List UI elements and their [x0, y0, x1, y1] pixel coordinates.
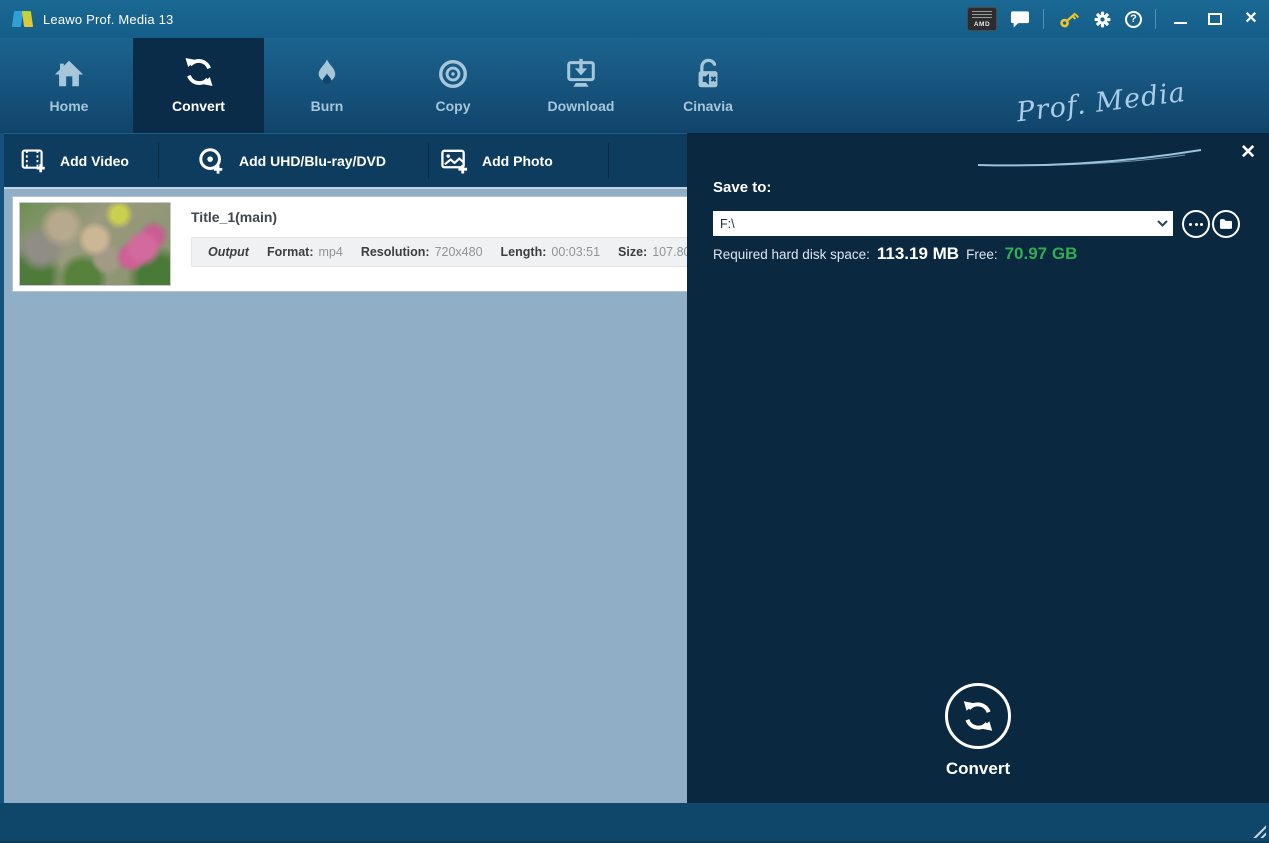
brand-swoosh [975, 148, 1205, 168]
chevron-down-icon[interactable] [1151, 220, 1173, 227]
main-nav: Home Convert Burn Copy [0, 38, 1269, 133]
help-icon[interactable]: ? [1125, 11, 1142, 28]
output-label: Output [208, 245, 249, 259]
app-window: { "window": { "title": "Leawo Prof. Medi… [0, 0, 1269, 843]
required-space-value: 113.19 MB [877, 244, 959, 264]
tab-burn-label: Burn [311, 98, 344, 114]
add-disc-button[interactable]: Add UHD/Blu-ray/DVD [198, 134, 386, 187]
window-title: Leawo Prof. Media 13 [43, 12, 173, 27]
close-button[interactable]: ✕ [1239, 0, 1263, 38]
amd-badge-text: AMD [974, 21, 990, 28]
convert-button[interactable]: Convert [687, 683, 1269, 779]
panel-close-icon[interactable]: ✕ [1240, 143, 1256, 162]
tab-copy[interactable]: Copy [401, 38, 505, 133]
titlebar-separator [1043, 9, 1044, 29]
amd-badge-lines [972, 11, 992, 20]
add-disc-icon [198, 147, 226, 175]
add-video-button[interactable]: Add Video [20, 134, 129, 187]
tab-convert-label: Convert [172, 98, 225, 114]
leawo-logo-icon [12, 9, 34, 29]
tab-download[interactable]: Download [526, 38, 636, 133]
window-border [0, 133, 4, 803]
media-item-title: Title_1(main) [191, 209, 277, 225]
settings-gear-icon[interactable] [1093, 10, 1112, 29]
free-space-value: 70.97 GB [1005, 244, 1078, 264]
open-folder-button[interactable] [1212, 210, 1240, 238]
convert-button-label: Convert [946, 759, 1010, 779]
download-icon [563, 57, 599, 91]
resolution-field: Resolution: 720x480 [361, 245, 483, 259]
folder-icon [1219, 218, 1233, 230]
tab-home-label: Home [50, 98, 89, 114]
cinavia-icon [691, 57, 725, 91]
status-bar [0, 803, 1269, 843]
toolbar-separator [608, 143, 609, 179]
add-photo-button[interactable]: Add Photo [440, 134, 553, 187]
tab-burn[interactable]: Burn [278, 38, 376, 133]
add-video-icon [20, 147, 47, 174]
tab-cinavia-label: Cinavia [683, 98, 733, 114]
burn-icon [311, 57, 343, 91]
tab-convert[interactable]: Convert [133, 34, 264, 133]
tab-download-label: Download [548, 98, 615, 114]
tab-copy-label: Copy [436, 98, 471, 114]
home-icon [51, 57, 87, 91]
resize-grip[interactable] [1249, 821, 1266, 838]
register-key-icon[interactable] [1057, 8, 1080, 31]
toolbar-separator [428, 143, 429, 179]
amd-badge-icon[interactable]: AMD [967, 7, 997, 31]
video-thumbnail [19, 202, 171, 286]
brand-signature: Prof. Media [1015, 75, 1207, 129]
browse-more-button[interactable] [1182, 210, 1210, 238]
format-field: Format: mp4 [267, 245, 343, 259]
add-disc-label: Add UHD/Blu-ray/DVD [239, 153, 386, 169]
free-space-label: Free: [966, 247, 998, 262]
toolbar: Add Video Add UHD/Blu-ray/DVD Add Photo [4, 133, 687, 187]
maximize-button[interactable] [1204, 0, 1226, 38]
length-field: Length: 00:03:51 [501, 245, 601, 259]
toolbar-separator [158, 143, 159, 179]
titlebar: Leawo Prof. Media 13 AMD [0, 0, 1269, 38]
convert-settings-panel: ✕ Save to: Required hard disk space: 113… [687, 133, 1269, 803]
tab-home[interactable]: Home [16, 38, 122, 133]
convert-icon [180, 53, 218, 91]
disk-space-info: Required hard disk space: 113.19 MB Free… [713, 244, 1077, 264]
copy-icon [436, 57, 470, 91]
save-to-label: Save to: [713, 179, 771, 196]
add-photo-icon [440, 146, 469, 175]
titlebar-separator [1155, 9, 1156, 29]
save-path-select[interactable] [713, 211, 1173, 236]
feedback-bubble-icon[interactable] [1010, 10, 1030, 29]
save-path-input[interactable] [713, 211, 1151, 236]
add-video-label: Add Video [60, 153, 129, 169]
tab-cinavia[interactable]: Cinavia [654, 38, 762, 133]
convert-button-icon [945, 683, 1011, 749]
add-photo-label: Add Photo [482, 153, 553, 169]
minimize-button[interactable] [1169, 0, 1191, 38]
required-space-label: Required hard disk space: [713, 247, 870, 262]
